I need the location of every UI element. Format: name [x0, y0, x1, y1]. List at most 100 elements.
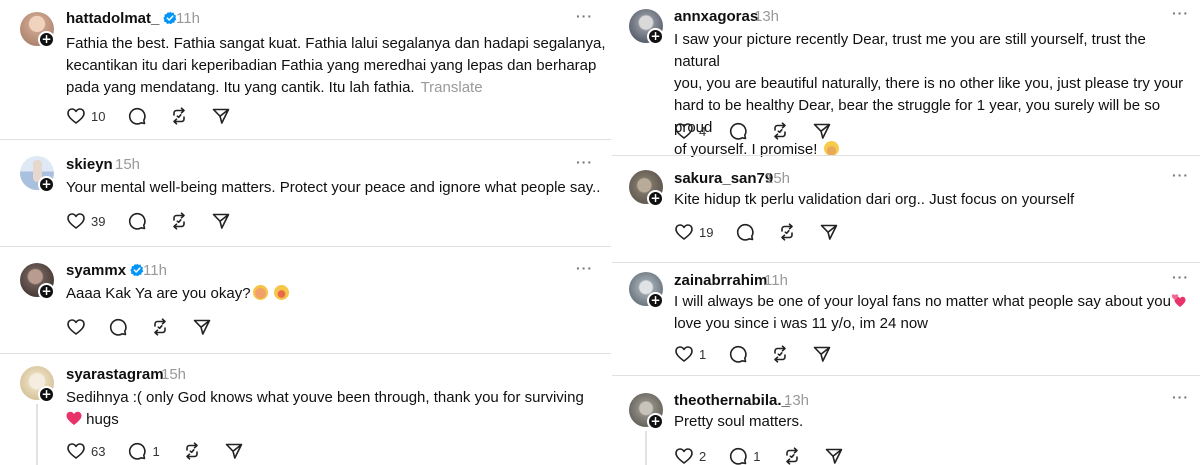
repost-button[interactable] [770, 344, 790, 364]
username-link[interactable]: syammx [66, 262, 144, 279]
follow-plus-icon[interactable]: + [647, 28, 664, 45]
repost-button[interactable] [770, 121, 790, 141]
username[interactable]: sakura_san79 [674, 170, 773, 187]
emoji-icon [252, 285, 268, 300]
reply-button[interactable] [735, 222, 755, 242]
post-text-line: kecantikan itu dari keperibadian Fathia … [66, 57, 597, 74]
right-column: + annxagoras 13h ··· I saw your picture … [612, 0, 1200, 465]
reply-post[interactable]: + hattadolmat_ 11h ··· Fathia the best. … [0, 0, 612, 139]
share-button[interactable] [812, 344, 832, 364]
like-button[interactable]: 63 [66, 441, 105, 461]
like-button[interactable] [66, 317, 86, 337]
reply-post[interactable]: + sakura_san79 15h ··· Kite hidup tk per… [612, 156, 1200, 262]
username: syammx [66, 262, 127, 279]
reply-button[interactable]: 1 [728, 446, 760, 465]
like-button[interactable]: 19 [674, 222, 713, 242]
share-button[interactable] [224, 441, 244, 461]
post-text: Sedihnya :( only God knows what youve be… [66, 387, 606, 431]
reply-button[interactable] [728, 344, 748, 364]
follow-plus-icon[interactable]: + [647, 413, 664, 430]
like-icon [674, 121, 694, 141]
reply-icon [127, 211, 147, 231]
more-icon[interactable]: ··· [576, 260, 593, 276]
repost-icon [182, 441, 202, 461]
username[interactable]: annxagoras [674, 8, 758, 25]
like-icon [66, 441, 86, 461]
share-icon [819, 222, 839, 242]
like-button[interactable]: 39 [66, 211, 105, 231]
repost-icon [777, 222, 797, 242]
two-hearts-emoji-icon [1171, 294, 1186, 307]
timestamp: 15h [161, 366, 187, 383]
like-button[interactable]: 4 [674, 121, 706, 141]
action-bar: 19 [674, 222, 839, 242]
repost-icon [169, 211, 189, 231]
heart-emoji-icon [66, 411, 82, 425]
post-text: I saw your picture recently Dear, trust … [674, 29, 1194, 161]
action-bar: 63 1 [66, 441, 244, 461]
like-button[interactable]: 2 [674, 446, 706, 465]
more-icon[interactable]: ··· [1172, 5, 1189, 21]
share-button[interactable] [812, 121, 832, 141]
repost-button[interactable] [782, 446, 802, 465]
follow-plus-icon[interactable]: + [647, 292, 664, 309]
repost-button[interactable] [169, 211, 189, 231]
share-icon [824, 446, 844, 465]
reply-post[interactable]: + syarastagram 15h Sedihnya :( only God … [0, 354, 612, 465]
more-icon[interactable]: ··· [1172, 389, 1189, 405]
share-button[interactable] [824, 446, 844, 465]
action-bar: 10 [66, 106, 231, 126]
follow-plus-icon[interactable]: + [38, 386, 55, 403]
post-text-line: love you since i was 11 y/o, im 24 now [674, 315, 929, 332]
post-text-line: Aaaa Kak Ya are you okay? [66, 283, 606, 305]
follow-plus-icon[interactable]: + [38, 31, 55, 48]
username-link[interactable]: hattadolmat_ [66, 10, 177, 27]
username[interactable]: zainabrrahim [674, 272, 767, 289]
reply-button[interactable]: 1 [127, 441, 160, 461]
like-icon [66, 211, 86, 231]
more-icon[interactable]: ··· [1172, 269, 1189, 285]
repost-button[interactable] [169, 106, 189, 126]
like-button[interactable]: 1 [674, 344, 706, 364]
follow-plus-icon[interactable]: + [647, 190, 664, 207]
like-button[interactable]: 10 [66, 106, 105, 126]
repost-button[interactable] [150, 317, 170, 337]
left-column: + hattadolmat_ 11h ··· Fathia the best. … [0, 0, 612, 465]
username[interactable]: skieyn [66, 156, 113, 173]
share-button[interactable] [192, 317, 212, 337]
share-button[interactable] [819, 222, 839, 242]
reply-icon [127, 441, 147, 461]
more-icon[interactable]: ··· [576, 154, 593, 170]
reply-post[interactable]: + annxagoras 13h ··· I saw your picture … [612, 0, 1200, 158]
repost-button[interactable] [182, 441, 202, 461]
share-button[interactable] [211, 106, 231, 126]
reply-button[interactable] [108, 317, 128, 337]
post-text-line: Pretty soul matters. [674, 413, 804, 430]
post-text: Your mental well-being matters. Protect … [66, 177, 606, 199]
like-icon [674, 222, 694, 242]
repost-button[interactable] [777, 222, 797, 242]
post-text: Aaaa Kak Ya are you okay? [66, 283, 606, 305]
reply-post[interactable]: + skieyn 15h ··· Your mental well-being … [0, 140, 612, 246]
username[interactable]: theothernabila._ [674, 392, 790, 409]
follow-plus-icon[interactable]: + [38, 283, 55, 300]
reply-post[interactable]: + syammx 11h ··· Aaaa Kak Ya are you oka… [0, 247, 612, 353]
reply-post[interactable]: + zainabrrahim 11h ··· I will always be … [612, 263, 1200, 375]
more-icon[interactable]: ··· [1172, 167, 1189, 183]
post-text: Kite hidup tk perlu validation dari org.… [674, 189, 1194, 211]
translate-link[interactable]: Translate [421, 79, 483, 96]
reply-post[interactable]: + theothernabila._ 13h ··· Pretty soul m… [612, 376, 1200, 465]
username[interactable]: syarastagram [66, 366, 164, 383]
repost-icon [782, 446, 802, 465]
timestamp: 11h [143, 262, 167, 279]
timestamp: 15h [115, 156, 141, 173]
like-icon [674, 344, 694, 364]
like-icon [674, 446, 694, 465]
more-icon[interactable]: ··· [576, 8, 593, 24]
reply-button[interactable] [127, 106, 147, 126]
post-text-line: I saw your picture recently Dear, trust … [674, 31, 1146, 70]
follow-plus-icon[interactable]: + [38, 176, 55, 193]
reply-button[interactable] [127, 211, 147, 231]
share-button[interactable] [211, 211, 231, 231]
reply-button[interactable] [728, 121, 748, 141]
